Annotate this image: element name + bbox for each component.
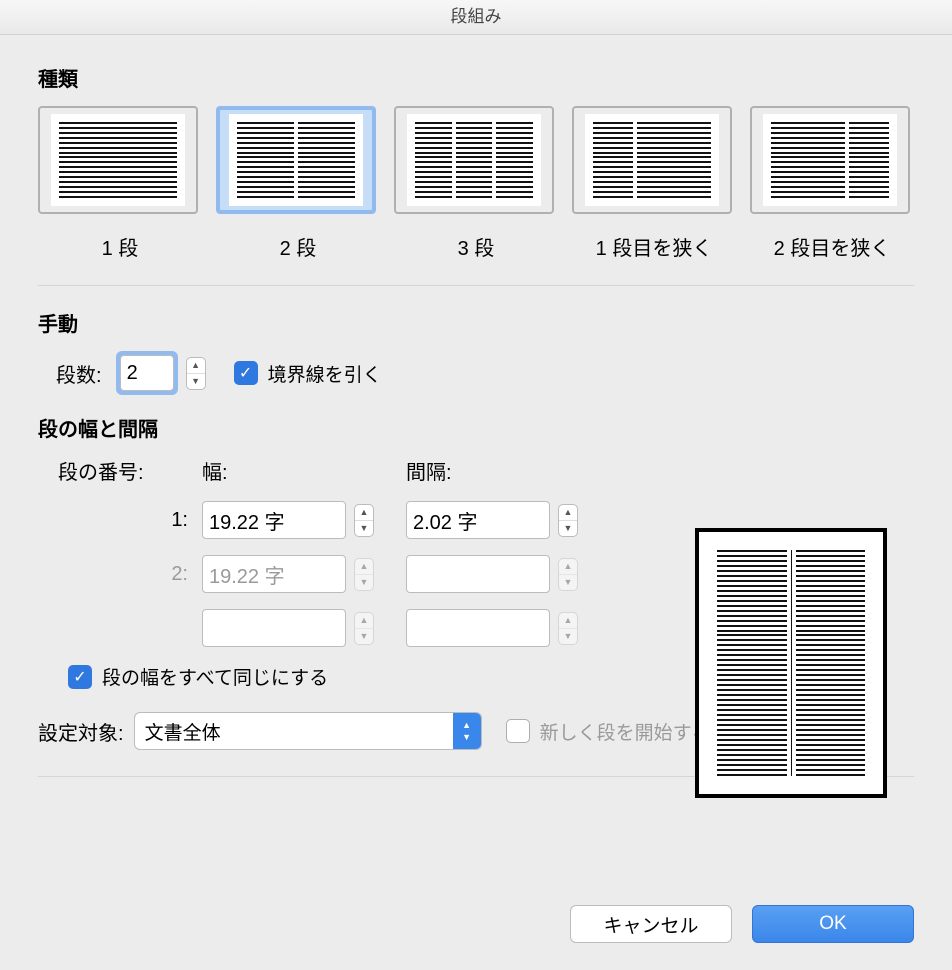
divider: [38, 285, 914, 286]
chevron-up-icon: ▲: [559, 613, 577, 628]
gap-3-arrows: ▲▼: [558, 612, 578, 645]
preset-two-columns[interactable]: 2 段: [216, 106, 380, 261]
width-spacing-heading: 段の幅と間隔: [38, 413, 914, 442]
checkbox-box-icon: [506, 719, 530, 743]
chevron-up-icon: ▲: [559, 559, 577, 574]
equal-column-width-label: 段の幅をすべて同じにする: [102, 663, 328, 690]
ws-header-width: 幅:: [202, 456, 402, 485]
preset-right-label: 2 段目を狭く: [750, 232, 914, 261]
columns-count-label: 段数:: [56, 359, 102, 388]
width-1-stepper[interactable]: 19.22 字 ▲▼: [202, 501, 374, 539]
width-1-value[interactable]: 19.22 字: [202, 501, 346, 539]
chevron-down-icon[interactable]: ▼: [355, 520, 373, 536]
preset-three-thumb: [394, 106, 554, 214]
chevron-down-icon: ▼: [355, 574, 373, 590]
checkmark-icon: ✓: [239, 363, 252, 383]
width-3-value: [202, 609, 346, 647]
width-2-stepper: 19.22 字 ▲▼: [202, 555, 374, 593]
gap-2-value: [406, 555, 550, 593]
columns-count-arrows[interactable]: ▲ ▼: [186, 357, 206, 390]
ws-header-gap: 間隔:: [406, 456, 606, 485]
gap-2-arrows: ▲▼: [558, 558, 578, 591]
chevron-up-icon: ▲: [355, 559, 373, 574]
gap-3-stepper: ▲▼: [406, 609, 578, 647]
ok-button[interactable]: OK: [752, 905, 914, 943]
start-new-column-label: 新しく段を開始する: [540, 718, 711, 745]
chevron-down-icon: ▼: [559, 574, 577, 590]
checkmark-icon: ✓: [73, 667, 86, 687]
start-new-column-checkbox: 新しく段を開始する: [506, 718, 711, 745]
presets-heading: 種類: [38, 63, 914, 92]
chevron-down-icon[interactable]: ▼: [559, 520, 577, 536]
width-3-arrows: ▲▼: [354, 612, 374, 645]
chevron-up-icon: ▲: [355, 613, 373, 628]
line-between-label: 境界線を引く: [268, 360, 382, 387]
gap-1-value[interactable]: 2.02 字: [406, 501, 550, 539]
dialog-footer: キャンセル OK: [570, 905, 914, 943]
checkbox-box-icon: ✓: [234, 361, 258, 385]
preset-right-narrow[interactable]: 2 段目を狭く: [750, 106, 914, 261]
preset-one-label: 1 段: [38, 232, 202, 261]
preview-separator-icon: [791, 550, 792, 776]
preset-one-thumb: [38, 106, 198, 214]
presets-row: 1 段 2 段 3 段 1 段目を狭く: [38, 106, 914, 261]
ws-header-index: 段の番号:: [58, 456, 202, 485]
preset-left-thumb: [572, 106, 732, 214]
cancel-button[interactable]: キャンセル: [570, 905, 732, 943]
dialog-title: 段組み: [0, 0, 952, 35]
chevron-up-icon[interactable]: ▲: [187, 358, 205, 373]
ws-row-index: 2:: [58, 563, 202, 586]
gap-2-stepper: ▲▼: [406, 555, 578, 593]
preset-two-label: 2 段: [216, 232, 380, 261]
chevron-down-icon[interactable]: ▼: [187, 373, 205, 389]
apply-to-label: 設定対象:: [38, 717, 124, 746]
preset-right-thumb: [750, 106, 910, 214]
gap-3-value: [406, 609, 550, 647]
width-1-arrows[interactable]: ▲▼: [354, 504, 374, 537]
chevron-down-icon: ▼: [559, 628, 577, 644]
chevron-up-icon[interactable]: ▲: [355, 505, 373, 520]
checkbox-box-icon: ✓: [68, 665, 92, 689]
apply-to-value: 文書全体: [145, 718, 221, 745]
width-3-stepper: ▲▼: [202, 609, 374, 647]
width-2-value: 19.22 字: [202, 555, 346, 593]
ws-row-index: 1:: [58, 509, 202, 532]
preset-three-columns[interactable]: 3 段: [394, 106, 558, 261]
gap-1-arrows[interactable]: ▲▼: [558, 504, 578, 537]
columns-count-stepper[interactable]: 2 ▲ ▼: [116, 351, 206, 395]
manual-heading: 手動: [38, 308, 914, 337]
apply-to-select[interactable]: 文書全体 ▲▼: [134, 712, 482, 750]
chevron-down-icon: ▼: [355, 628, 373, 644]
chevron-up-icon[interactable]: ▲: [559, 505, 577, 520]
preset-left-label: 1 段目を狭く: [572, 232, 736, 261]
select-chevron-icon: ▲▼: [453, 713, 481, 749]
preset-two-thumb: [216, 106, 376, 214]
gap-1-stepper[interactable]: 2.02 字 ▲▼: [406, 501, 578, 539]
preset-left-narrow[interactable]: 1 段目を狭く: [572, 106, 736, 261]
columns-preview: [695, 528, 887, 798]
columns-count-value[interactable]: 2: [120, 355, 174, 391]
width-2-arrows: ▲▼: [354, 558, 374, 591]
preset-three-label: 3 段: [394, 232, 558, 261]
columns-dialog: 段組み 種類 1 段 2 段: [0, 0, 952, 970]
preset-one-column[interactable]: 1 段: [38, 106, 202, 261]
line-between-checkbox[interactable]: ✓ 境界線を引く: [234, 360, 382, 387]
